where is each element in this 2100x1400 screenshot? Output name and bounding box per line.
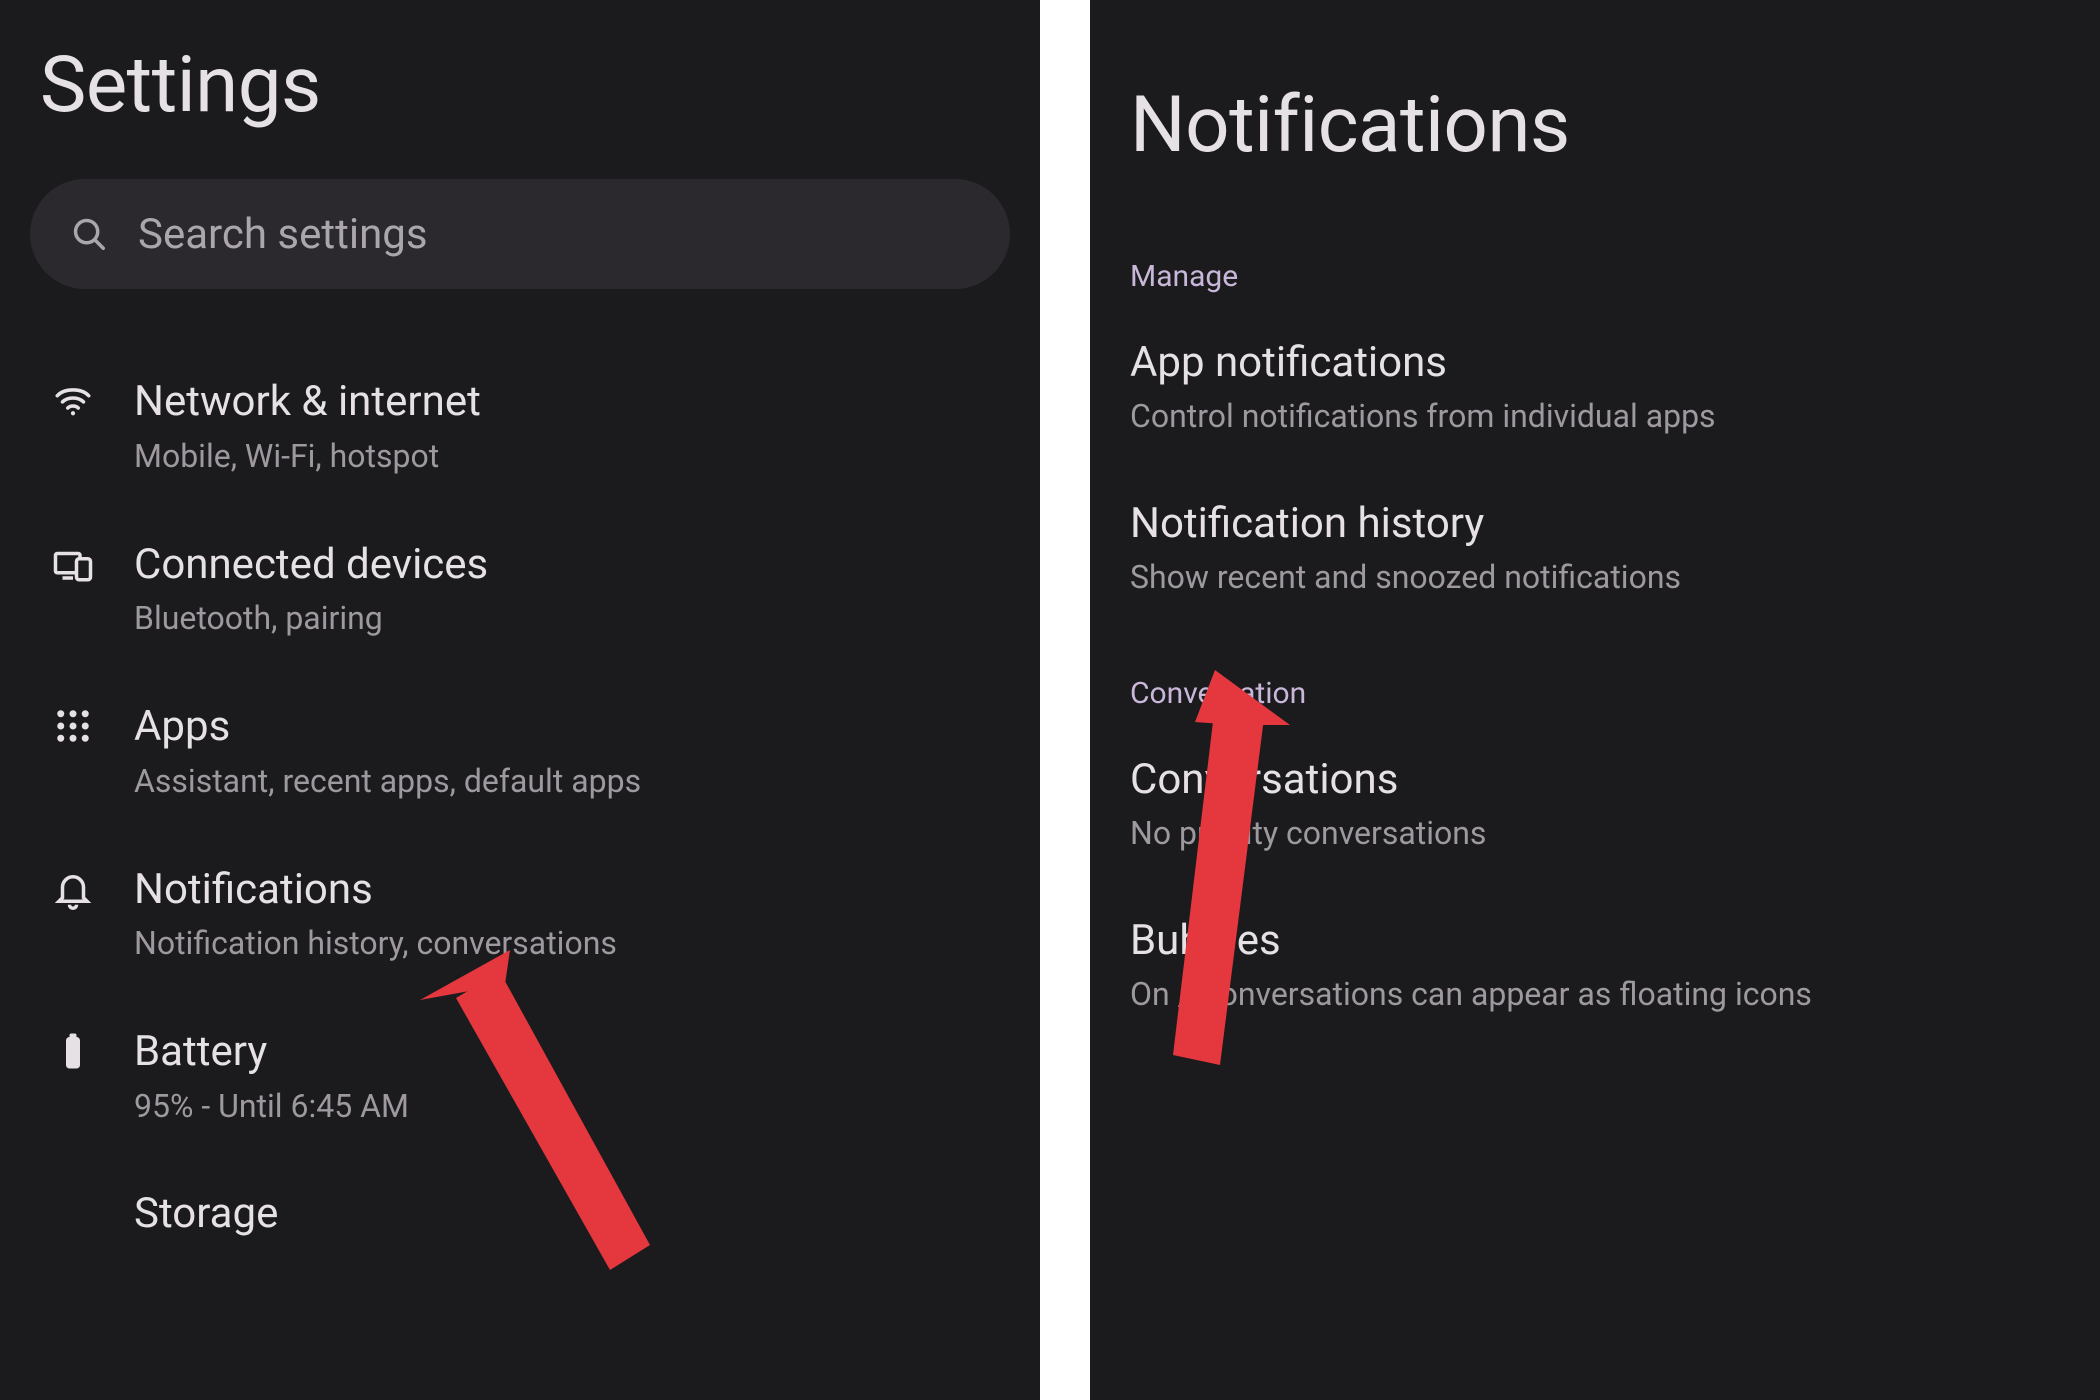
settings-item-title: Network & internet (134, 376, 481, 429)
settings-item-title: Battery (134, 1026, 409, 1079)
settings-item-title: Apps (134, 701, 641, 754)
battery-icon (52, 1030, 94, 1072)
notif-item-title: Notification history (1130, 499, 2060, 548)
notif-item-app-notifications[interactable]: App notifications Control notifications … (1120, 306, 2070, 467)
search-icon (70, 215, 108, 253)
settings-item-subtitle: Bluetooth, pairing (134, 599, 488, 637)
notif-item-subtitle: On / Conversations can appear as floatin… (1130, 975, 2060, 1013)
notif-item-bubbles[interactable]: Bubbles On / Conversations can appear as… (1120, 884, 2070, 1045)
notif-item-title: Bubbles (1130, 916, 2060, 965)
section-label-manage: Manage (1120, 241, 2070, 306)
settings-item-battery[interactable]: Battery 95% - Until 6:45 AM (30, 994, 1010, 1157)
settings-item-connected-devices[interactable]: Connected devices Bluetooth, pairing (30, 507, 1010, 670)
search-placeholder: Search settings (138, 210, 428, 259)
settings-item-title: Storage (134, 1189, 278, 1238)
section-label-conversation: Conversation (1120, 658, 2070, 723)
notif-item-title: Conversations (1130, 755, 2060, 804)
notif-item-title: App notifications (1130, 338, 2060, 387)
page-title: Settings (30, 0, 1010, 179)
settings-item-subtitle: Notification history, conversations (134, 924, 617, 962)
bell-icon (52, 868, 94, 910)
settings-item-apps[interactable]: Apps Assistant, recent apps, default app… (30, 669, 1010, 832)
notif-item-notification-history[interactable]: Notification history Show recent and sno… (1120, 467, 2070, 628)
settings-panel: Settings Search settings Ne (0, 0, 1040, 1400)
search-settings[interactable]: Search settings (30, 179, 1010, 289)
settings-item-network[interactable]: Network & internet Mobile, Wi-Fi, hotspo… (30, 344, 1010, 507)
panel-divider (1040, 0, 1090, 1400)
notifications-panel: Notifications Manage App notifications C… (1090, 0, 2100, 1400)
settings-item-storage[interactable]: Storage (30, 1157, 1010, 1238)
settings-item-subtitle: Assistant, recent apps, default apps (134, 762, 641, 800)
devices-icon (52, 543, 94, 585)
wifi-icon (52, 380, 94, 422)
settings-item-subtitle: Mobile, Wi-Fi, hotspot (134, 437, 481, 475)
notif-item-subtitle: Show recent and snoozed notifications (1130, 558, 2060, 596)
settings-item-notifications[interactable]: Notifications Notification history, conv… (30, 832, 1010, 995)
notif-item-conversations[interactable]: Conversations No priority conversations (1120, 723, 2070, 884)
page-title: Notifications (1120, 0, 2070, 241)
settings-item-title: Notifications (134, 864, 617, 917)
notif-item-subtitle: No priority conversations (1130, 814, 2060, 852)
settings-item-subtitle: 95% - Until 6:45 AM (134, 1087, 409, 1125)
apps-icon (52, 705, 94, 747)
notif-item-subtitle: Control notifications from individual ap… (1130, 397, 2060, 435)
settings-item-title: Connected devices (134, 539, 488, 592)
